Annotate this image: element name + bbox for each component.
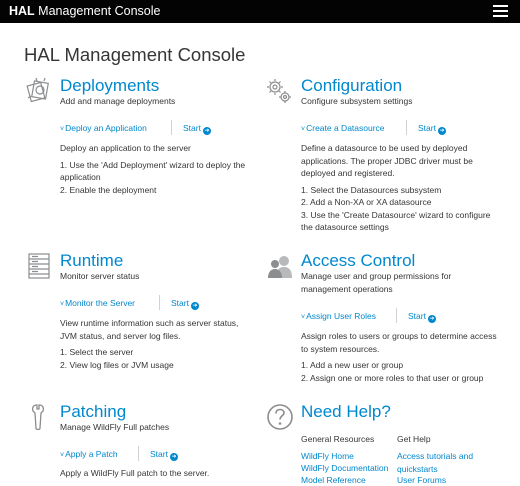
arrow-right-circle-icon: ➜ bbox=[202, 127, 211, 135]
patching-action-row: ˅Apply a Patch Start ➜ bbox=[60, 446, 260, 461]
monitor-server-link[interactable]: ˅Monitor the Server bbox=[60, 298, 135, 308]
wrench-icon bbox=[31, 404, 45, 431]
runtime-action-row: ˅Monitor the Server Start ➜ bbox=[60, 295, 260, 310]
hamburger-menu-icon[interactable] bbox=[493, 5, 508, 18]
create-datasource-label: Create a Datasource bbox=[306, 123, 385, 133]
deployments-description: Deploy an application to the server 1. U… bbox=[60, 142, 250, 196]
action-divider bbox=[138, 446, 139, 461]
deployments-body-0: Deploy an application to the server bbox=[60, 143, 191, 153]
access-control-subtitle: Manage user and group permissions for ma… bbox=[301, 271, 452, 294]
configuration-body-1: 1. Select the Datasources subsystem bbox=[301, 184, 442, 195]
patching-start-link[interactable]: Start ➜ bbox=[150, 449, 178, 461]
runtime-description: View runtime information such as server … bbox=[60, 317, 255, 371]
runtime-start-link[interactable]: Start ➜ bbox=[171, 298, 199, 310]
tutorials-quickstarts-link[interactable]: Access tutorials and quickstarts bbox=[397, 450, 497, 475]
deployments-action-row: ˅Deploy an Application Start ➜ bbox=[60, 120, 260, 135]
arrow-right-circle-icon: ➜ bbox=[169, 453, 178, 461]
create-datasource-link[interactable]: ˅Create a Datasource bbox=[301, 123, 385, 133]
access-start-link[interactable]: Start ➜ bbox=[408, 311, 436, 323]
runtime-title[interactable]: Runtime bbox=[60, 251, 123, 271]
deploy-application-label: Deploy an Application bbox=[65, 123, 147, 133]
users-icon bbox=[268, 256, 292, 278]
access-control-title[interactable]: Access Control bbox=[301, 251, 415, 271]
start-label: Start bbox=[150, 449, 168, 459]
brand-bold: HAL bbox=[9, 4, 35, 18]
configuration-action-row: ˅Create a Datasource Start ➜ bbox=[301, 120, 501, 135]
brand-rest: Management Console bbox=[34, 4, 161, 18]
deployments-subtitle: Add and manage deployments bbox=[60, 96, 176, 106]
get-help-heading: Get Help bbox=[397, 434, 431, 444]
assign-user-roles-link[interactable]: ˅Assign User Roles bbox=[301, 311, 376, 321]
server-icon bbox=[28, 253, 50, 279]
chevron-down-icon: ˅ bbox=[301, 126, 306, 133]
need-help-title: Need Help? bbox=[301, 402, 391, 421]
gears-icon bbox=[267, 79, 291, 103]
arrow-right-circle-icon: ➜ bbox=[427, 315, 436, 323]
access-body-0: Assign roles to users or groups to deter… bbox=[301, 331, 497, 354]
chevron-down-icon: ˅ bbox=[60, 452, 65, 459]
runtime-body-0: View runtime information such as server … bbox=[60, 318, 239, 341]
access-control-description: Assign roles to users or groups to deter… bbox=[301, 330, 501, 384]
start-label: Start bbox=[418, 123, 436, 133]
configuration-subtitle: Configure subsystem settings bbox=[301, 96, 413, 106]
page-title: HAL Management Console bbox=[24, 44, 246, 65]
wildfly-documentation-link[interactable]: WildFly Documentation bbox=[301, 462, 388, 475]
user-forums-link[interactable]: User Forums bbox=[397, 474, 446, 486]
question-circle-icon bbox=[267, 404, 293, 430]
configuration-body-2: 2. Add a Non-XA or XA datasource bbox=[301, 197, 432, 207]
apply-patch-link[interactable]: ˅Apply a Patch bbox=[60, 449, 118, 459]
wildfly-home-link[interactable]: WildFly Home bbox=[301, 450, 354, 463]
deploy-application-link[interactable]: ˅Deploy an Application bbox=[60, 123, 147, 133]
runtime-body-2: 2. View log files or JVM usage bbox=[60, 359, 174, 370]
patching-description: Apply a WildFly Full patch to the server… bbox=[60, 467, 260, 480]
deployments-body-1: 1. Use the 'Add Deployment' wizard to de… bbox=[60, 159, 246, 183]
deployments-icon bbox=[26, 77, 49, 103]
deployments-title[interactable]: Deployments bbox=[60, 76, 159, 96]
patching-subtitle: Manage WildFly Full patches bbox=[60, 422, 170, 432]
start-label: Start bbox=[408, 311, 426, 321]
chevron-down-icon: ˅ bbox=[60, 126, 65, 133]
configuration-description: Define a datasource to be used by deploy… bbox=[301, 142, 491, 234]
access-action-row: ˅Assign User Roles Start ➜ bbox=[301, 308, 501, 323]
apply-patch-label: Apply a Patch bbox=[65, 449, 118, 459]
deployments-body-2: 2. Enable the deployment bbox=[60, 184, 157, 195]
brand-title[interactable]: HAL Management Console bbox=[9, 4, 160, 18]
runtime-body-1: 1. Select the server bbox=[60, 347, 134, 357]
monitor-server-label: Monitor the Server bbox=[65, 298, 136, 308]
configuration-body-3: 3. Use the 'Create Datasource' wizard to… bbox=[301, 209, 491, 233]
start-label: Start bbox=[183, 123, 201, 133]
configuration-start-link[interactable]: Start ➜ bbox=[418, 123, 446, 135]
chevron-down-icon: ˅ bbox=[60, 301, 65, 308]
access-body-1: 1. Add a new user or group bbox=[301, 360, 404, 370]
action-divider bbox=[396, 308, 397, 323]
start-label: Start bbox=[171, 298, 189, 308]
action-divider bbox=[159, 295, 160, 310]
chevron-down-icon: ˅ bbox=[301, 314, 306, 321]
action-divider bbox=[171, 120, 172, 135]
model-reference-link[interactable]: Model Reference bbox=[301, 474, 366, 486]
general-resources-heading: General Resources bbox=[301, 434, 375, 444]
deployments-start-link[interactable]: Start ➜ bbox=[183, 123, 211, 135]
assign-user-roles-label: Assign User Roles bbox=[306, 311, 377, 321]
patching-body-0: Apply a WildFly Full patch to the server… bbox=[60, 468, 210, 478]
patching-title[interactable]: Patching bbox=[60, 402, 126, 422]
configuration-body-0: Define a datasource to be used by deploy… bbox=[301, 143, 473, 178]
access-body-2: 2. Assign one or more roles to that user… bbox=[301, 372, 484, 383]
arrow-right-circle-icon: ➜ bbox=[190, 302, 199, 310]
action-divider bbox=[406, 120, 407, 135]
top-navbar: HAL Management Console bbox=[0, 0, 520, 23]
runtime-subtitle: Monitor server status bbox=[60, 271, 140, 281]
arrow-right-circle-icon: ➜ bbox=[437, 127, 446, 135]
configuration-title[interactable]: Configuration bbox=[301, 76, 402, 96]
